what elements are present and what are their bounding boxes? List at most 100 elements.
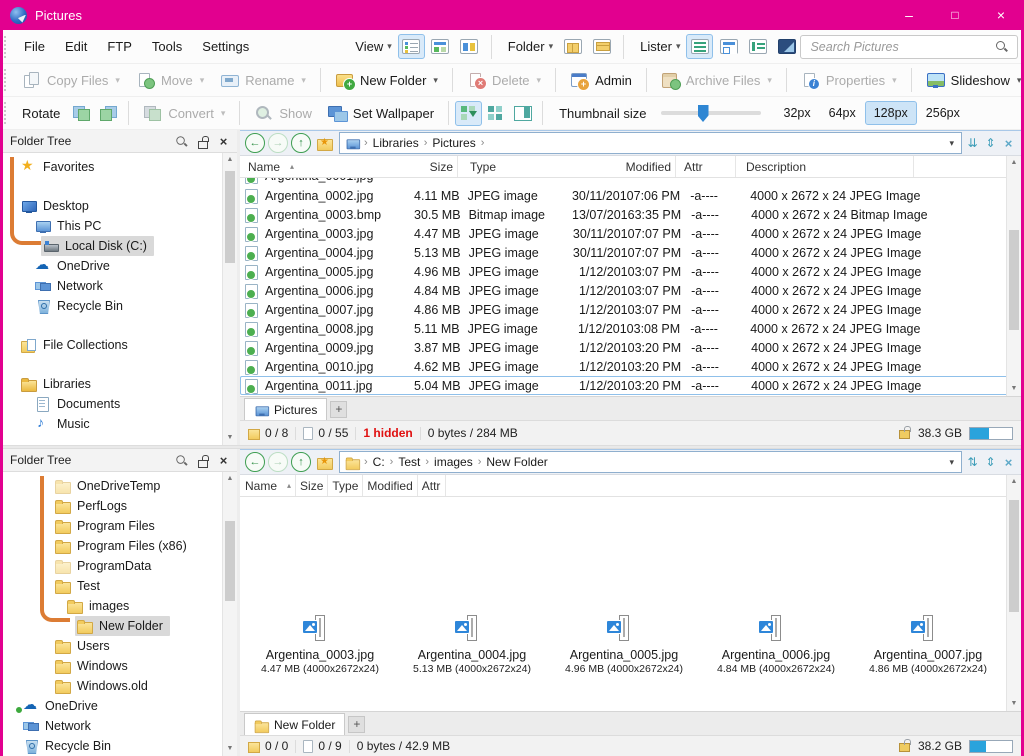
path-dropdown-icon[interactable]: ▾: [947, 457, 956, 468]
tree-item-this-pc[interactable]: This PC: [3, 216, 237, 236]
table-row-argentina-0008-jpg[interactable]: Argentina_0008.jpg5.11 MBJPEG image1/12/…: [240, 319, 1021, 338]
minimize-button[interactable]: –: [886, 0, 932, 30]
breadcrumb[interactable]: ›C:›Test›images›New Folder▾: [339, 451, 962, 473]
scroll-up-icon[interactable]: ▲: [223, 472, 237, 486]
thumbnail-pane-button[interactable]: [509, 101, 536, 126]
archive-files-button[interactable]: Archive Files▾: [653, 67, 780, 94]
path-dropdown-icon[interactable]: ▾: [947, 138, 956, 149]
thumbnail-argentina-0003-jpg[interactable]: Argentina_0003.jpg4.47 MB (4000x2672x24): [244, 497, 396, 675]
rename-button[interactable]: Rename▾: [212, 67, 314, 94]
tree-item-file-collections[interactable]: File Collections: [3, 335, 237, 355]
column-header-type[interactable]: Type: [328, 475, 363, 496]
tree-item-recycle-bin[interactable]: Recycle Bin: [3, 736, 237, 756]
column-header-attr[interactable]: Attr: [418, 475, 446, 496]
tree-item-images[interactable]: images: [3, 596, 237, 616]
scrollbar-thumb[interactable]: [1009, 230, 1019, 330]
tree-close-icon[interactable]: ×: [217, 135, 230, 148]
search-input[interactable]: Search Pictures: [800, 35, 1018, 59]
table-row-argentina-0002-jpg[interactable]: Argentina_0002.jpg4.11 MBJPEG image30/11…: [240, 186, 1021, 205]
toolbar-grip[interactable]: [4, 102, 10, 124]
scroll-down-icon[interactable]: ▼: [1007, 697, 1021, 711]
tree-search-icon[interactable]: [175, 454, 187, 466]
menu-ftp[interactable]: FTP: [97, 31, 142, 63]
scroll-down-icon[interactable]: ▼: [1007, 382, 1021, 396]
unlocked-icon[interactable]: [898, 426, 911, 440]
menu-file[interactable]: File: [14, 31, 55, 63]
breadcrumb-images[interactable]: images: [434, 455, 473, 469]
column-header-size[interactable]: Size: [418, 156, 458, 177]
folder-dual-vertical-button[interactable]: [588, 34, 615, 59]
tree-search-icon[interactable]: [175, 135, 187, 147]
column-header-description[interactable]: Description: [742, 156, 914, 177]
folder-dual-horizontal-button[interactable]: [559, 34, 586, 59]
tree-item-network[interactable]: Network: [3, 276, 237, 296]
tree-item-program-files-x86[interactable]: Program Files (x86): [3, 536, 237, 556]
menu-view[interactable]: View▾: [347, 39, 395, 54]
tree-item-documents[interactable]: Documents: [3, 394, 237, 414]
table-row-argentina-0004-jpg[interactable]: Argentina_0004.jpg5.13 MBJPEG image30/11…: [240, 243, 1021, 262]
thumbnail-argentina-0005-jpg[interactable]: Argentina_0005.jpg4.96 MB (4000x2672x24): [548, 497, 700, 675]
tree-item-local-disk-c[interactable]: Local Disk (C:): [3, 236, 237, 256]
rotate-right-button[interactable]: [95, 101, 122, 126]
table-row-argentina-0010-jpg[interactable]: Argentina_0010.jpg4.62 MBJPEG image1/12/…: [240, 357, 1021, 376]
tree-scrollbar[interactable]: ▲ ▼: [222, 472, 237, 756]
forward-button[interactable]: →: [268, 133, 288, 153]
delete-button[interactable]: Delete▾: [459, 67, 549, 94]
new-folder-button[interactable]: New Folder▾: [327, 67, 446, 94]
scroll-up-icon[interactable]: ▲: [223, 153, 237, 167]
tree-lock-icon[interactable]: [196, 454, 209, 467]
column-header-name[interactable]: Name▴: [240, 475, 296, 496]
slider-thumb-icon[interactable]: [698, 105, 709, 122]
column-header-modified[interactable]: Modified: [554, 156, 676, 177]
column-header-name[interactable]: Name▴: [240, 156, 418, 177]
close-pane-icon[interactable]: ×: [1001, 136, 1016, 151]
scroll-up-icon[interactable]: ▲: [1007, 475, 1021, 489]
size-64px-button[interactable]: 64px: [820, 101, 865, 125]
tree-item-onedrive[interactable]: OneDrive: [3, 256, 237, 276]
toolbar-grip[interactable]: [4, 36, 10, 58]
table-row-argentina-0005-jpg[interactable]: Argentina_0005.jpg4.96 MBJPEG image1/12/…: [240, 262, 1021, 281]
table-row-argentina-0006-jpg[interactable]: Argentina_0006.jpg4.84 MBJPEG image1/12/…: [240, 281, 1021, 300]
size-128px-button[interactable]: 128px: [865, 101, 917, 125]
scrollbar-thumb[interactable]: [1009, 500, 1019, 612]
tree-item-test[interactable]: Test: [3, 576, 237, 596]
tree-item-onedrive[interactable]: OneDrive: [3, 696, 237, 716]
tree-item-windows-old[interactable]: Windows.old: [3, 676, 237, 696]
sort-panes-icon[interactable]: ⇕: [983, 455, 998, 469]
back-button[interactable]: ←: [245, 133, 265, 153]
column-header-modified[interactable]: Modified: [363, 475, 417, 496]
new-tab-button[interactable]: +: [330, 401, 347, 418]
tree-item-program-files[interactable]: Program Files: [3, 516, 237, 536]
thumbnail-arrange-button[interactable]: [482, 101, 509, 126]
view-tiles-button[interactable]: [456, 34, 483, 59]
size-256px-button[interactable]: 256px: [917, 101, 969, 125]
breadcrumb-pictures[interactable]: Pictures: [432, 136, 475, 150]
toolbar-grip[interactable]: [4, 69, 10, 91]
column-header-size[interactable]: Size: [296, 475, 328, 496]
table-row-partial[interactable]: Argentina_0001.jpg: [240, 178, 1021, 186]
menu-edit[interactable]: Edit: [55, 31, 97, 63]
close-pane-icon[interactable]: ×: [1001, 455, 1016, 470]
tree-item-favorites[interactable]: Favorites: [3, 157, 237, 177]
favorites-button[interactable]: [314, 451, 336, 473]
copy-files-button[interactable]: Copy Files▾: [14, 67, 128, 94]
slideshow-button[interactable]: Slideshow▾: [918, 67, 1024, 94]
show-button[interactable]: Show: [246, 100, 320, 127]
lister-preview-button[interactable]: [773, 34, 800, 59]
expand-panes-icon[interactable]: ⇊: [965, 136, 980, 150]
scroll-up-icon[interactable]: ▲: [1007, 156, 1021, 170]
swap-panes-icon[interactable]: ⇅: [965, 455, 980, 469]
tab-pictures[interactable]: Pictures: [244, 398, 327, 420]
thumbnail-argentina-0006-jpg[interactable]: Argentina_0006.jpg4.84 MB (4000x2672x24): [700, 497, 852, 675]
table-row-argentina-0011-jpg[interactable]: Argentina_0011.jpg5.04 MBJPEG image1/12/…: [240, 376, 1021, 395]
tree-item-windows[interactable]: Windows: [3, 656, 237, 676]
table-row-argentina-0003-jpg[interactable]: Argentina_0003.jpg4.47 MBJPEG image30/11…: [240, 224, 1021, 243]
lister-dual-horizontal-button[interactable]: [686, 34, 713, 59]
table-row-argentina-0007-jpg[interactable]: Argentina_0007.jpg4.86 MBJPEG image1/12/…: [240, 300, 1021, 319]
view-thumbnails-button[interactable]: [427, 34, 454, 59]
tree-item-onedrivetemp[interactable]: OneDriveTemp: [3, 476, 237, 496]
close-button[interactable]: ×: [978, 0, 1024, 30]
lister-details-tree-button[interactable]: [744, 34, 771, 59]
tree-item-network[interactable]: Network: [3, 716, 237, 736]
tree-item-libraries[interactable]: Libraries: [3, 374, 237, 394]
